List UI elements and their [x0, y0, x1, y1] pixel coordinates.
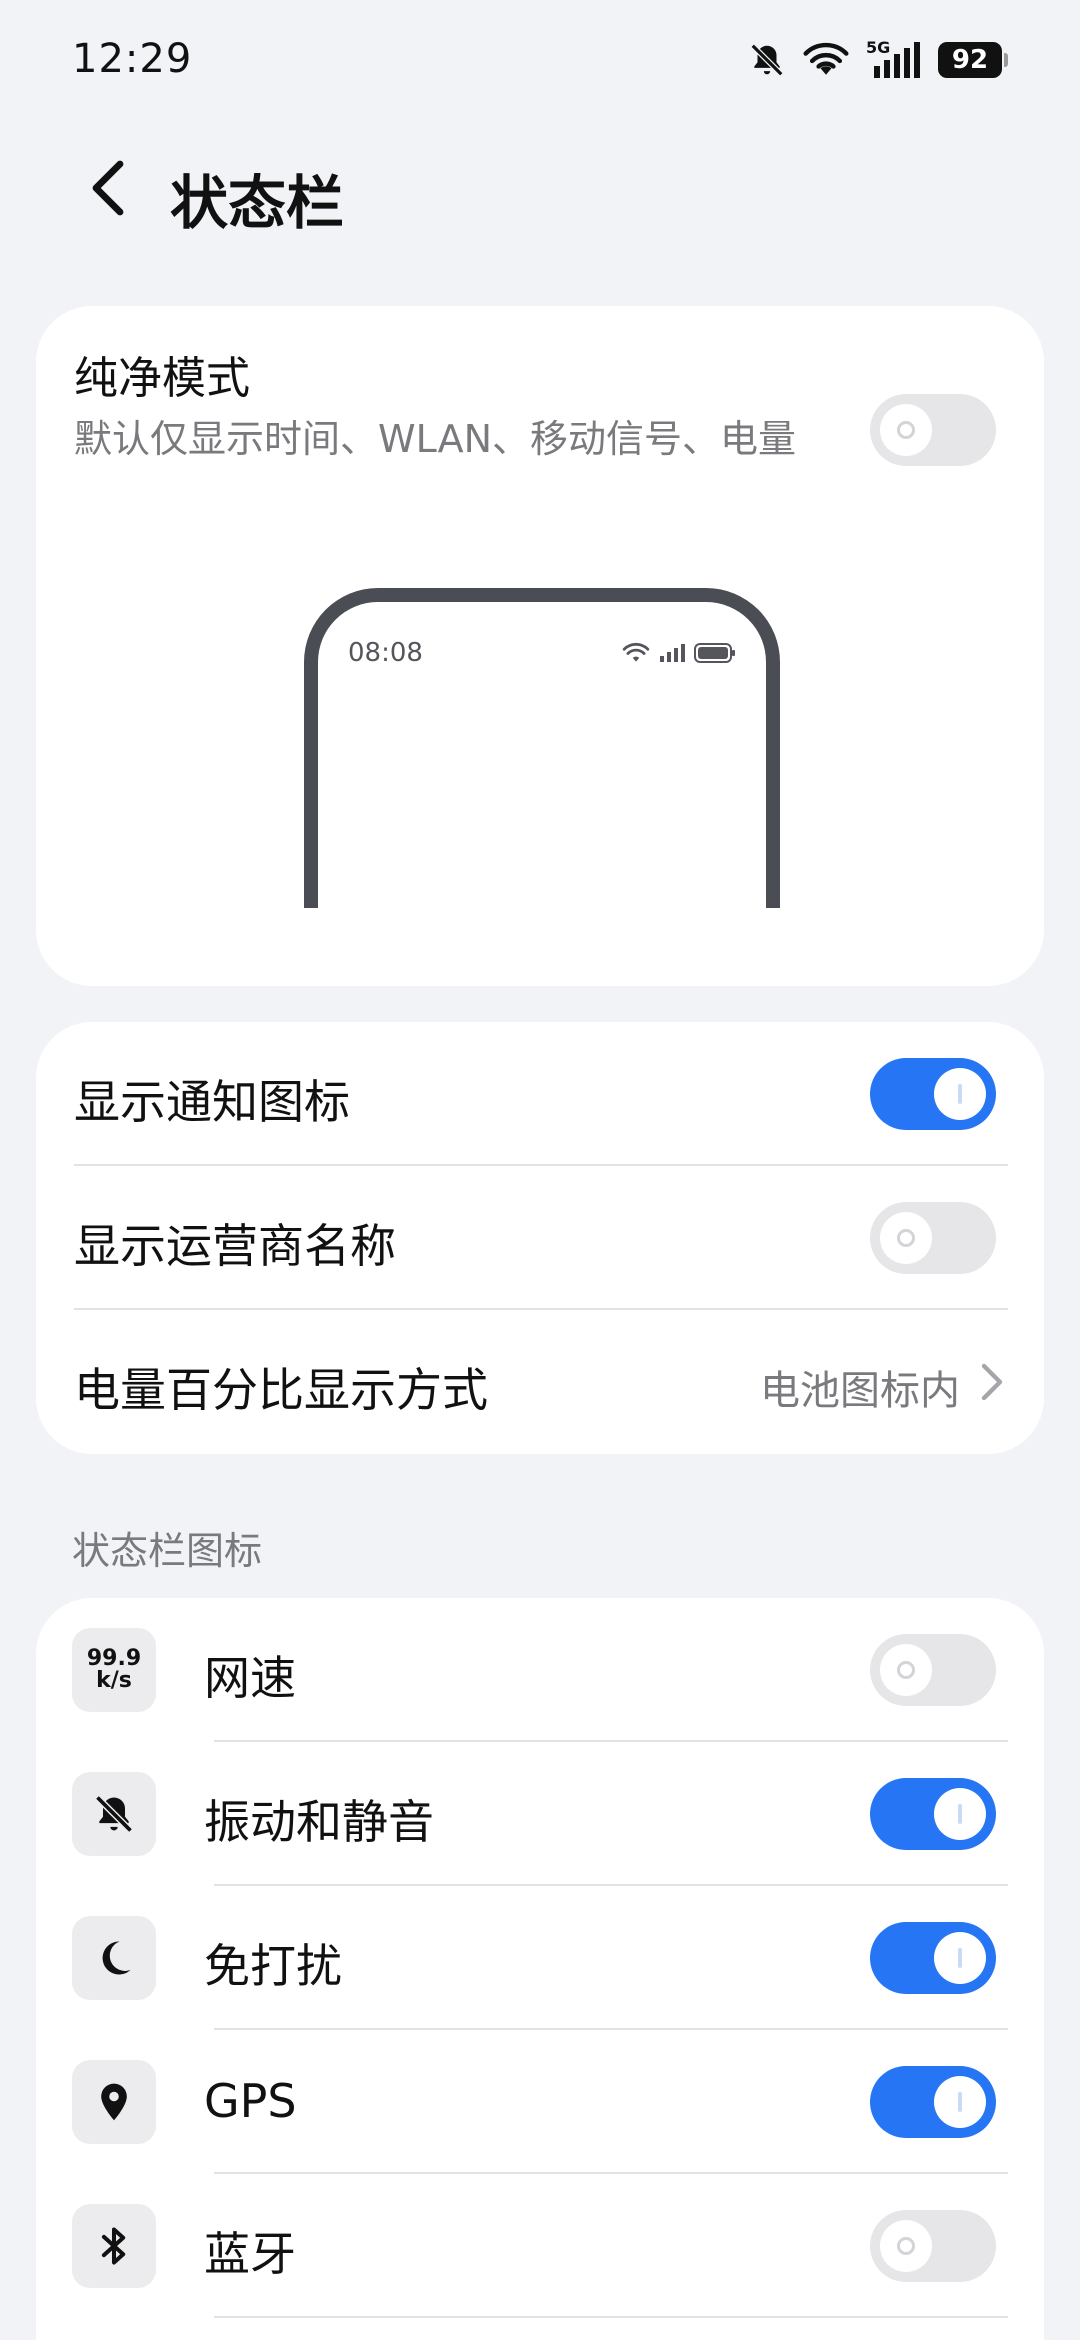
- phone-frame: [304, 588, 780, 908]
- pure-mode-description: 默认仅显示时间、WLAN、移动信号、电量: [74, 417, 797, 461]
- notification-settings-card: 显示通知图标 显示运营商名称 电量百分比显示方式 电池图标内: [36, 1022, 1044, 1454]
- bluetooth-icon: [72, 2204, 156, 2288]
- do-not-disturb-label: 免打扰: [204, 1939, 342, 1993]
- network-speed-label: 网速: [204, 1651, 296, 1705]
- bluetooth-toggle[interactable]: [870, 2210, 996, 2282]
- network-speed-icon: 99.9 k/s: [72, 1628, 156, 1712]
- status-icons: 5G 92: [748, 38, 1008, 82]
- vibrate-silent-toggle[interactable]: [870, 1778, 996, 1850]
- show-notification-icons-label: 显示通知图标: [74, 1075, 350, 1129]
- show-carrier-name-toggle[interactable]: [870, 1202, 996, 1274]
- title-bar: 状态栏: [0, 128, 1080, 248]
- pure-mode-toggle[interactable]: [870, 394, 996, 466]
- icon-row-gps[interactable]: GPS: [36, 2030, 1044, 2174]
- show-carrier-name-label: 显示运营商名称: [74, 1219, 396, 1273]
- icon-row-bluetooth[interactable]: 蓝牙: [36, 2174, 1044, 2318]
- battery-percentage-value: 电池图标内: [760, 1368, 960, 1414]
- icon-row-do-not-disturb[interactable]: 免打扰: [36, 1886, 1044, 2030]
- preview-battery-icon: [694, 643, 735, 663]
- pure-mode-card: 纯净模式 默认仅显示时间、WLAN、移动信号、电量 08:08: [36, 306, 1044, 986]
- pure-mode-title: 纯净模式: [74, 353, 250, 404]
- system-status-bar: 12:29 5G 92: [0, 0, 1080, 120]
- vibrate-silent-label: 振动和静音: [204, 1795, 434, 1849]
- show-notification-icons-toggle[interactable]: [870, 1058, 996, 1130]
- icon-row-network-speed[interactable]: 99.9 k/s 网速: [36, 1598, 1044, 1742]
- battery-icon: 92: [938, 42, 1008, 78]
- bell-muted-icon: [748, 41, 786, 79]
- bluetooth-label: 蓝牙: [204, 2227, 296, 2281]
- wifi-icon: [802, 41, 850, 79]
- phone-preview: 08:08: [304, 588, 780, 908]
- bell-muted-icon: [72, 1772, 156, 1856]
- chevron-right-icon: [981, 1363, 1003, 1401]
- preview-signal-icon: [660, 644, 685, 662]
- icon-row-vibrate-silent[interactable]: 振动和静音: [36, 1742, 1044, 1886]
- show-notification-icons-row[interactable]: 显示通知图标: [36, 1022, 1044, 1166]
- preview-status-icons: [622, 642, 736, 664]
- show-carrier-name-row[interactable]: 显示运营商名称: [36, 1166, 1044, 1310]
- preview-wifi-icon: [622, 642, 650, 662]
- divider: [214, 2316, 1008, 2318]
- chevron-left-icon: [92, 160, 124, 216]
- do-not-disturb-toggle[interactable]: [870, 1922, 996, 1994]
- network-speed-icon-unit: k/s: [96, 1668, 132, 1693]
- status-icons-card: 99.9 k/s 网速 振动和静音 免打扰 GPS 蓝牙: [36, 1598, 1044, 2340]
- status-time: 12:29: [72, 36, 193, 82]
- network-speed-icon-value: 99.9: [86, 1646, 142, 1671]
- back-button[interactable]: [70, 150, 146, 226]
- battery-level: 92: [938, 42, 1002, 78]
- gps-toggle[interactable]: [870, 2066, 996, 2138]
- gps-label: GPS: [204, 2074, 297, 2128]
- preview-time: 08:08: [348, 638, 423, 668]
- cellular-signal-icon: 5G: [866, 38, 922, 80]
- location-pin-icon: [72, 2060, 156, 2144]
- network-speed-toggle[interactable]: [870, 1634, 996, 1706]
- section-title: 状态栏图标: [72, 1529, 263, 1573]
- battery-percentage-row[interactable]: 电量百分比显示方式 电池图标内: [36, 1310, 1044, 1454]
- moon-icon: [72, 1916, 156, 2000]
- page-title: 状态栏: [170, 169, 345, 237]
- battery-percentage-label: 电量百分比显示方式: [74, 1363, 488, 1417]
